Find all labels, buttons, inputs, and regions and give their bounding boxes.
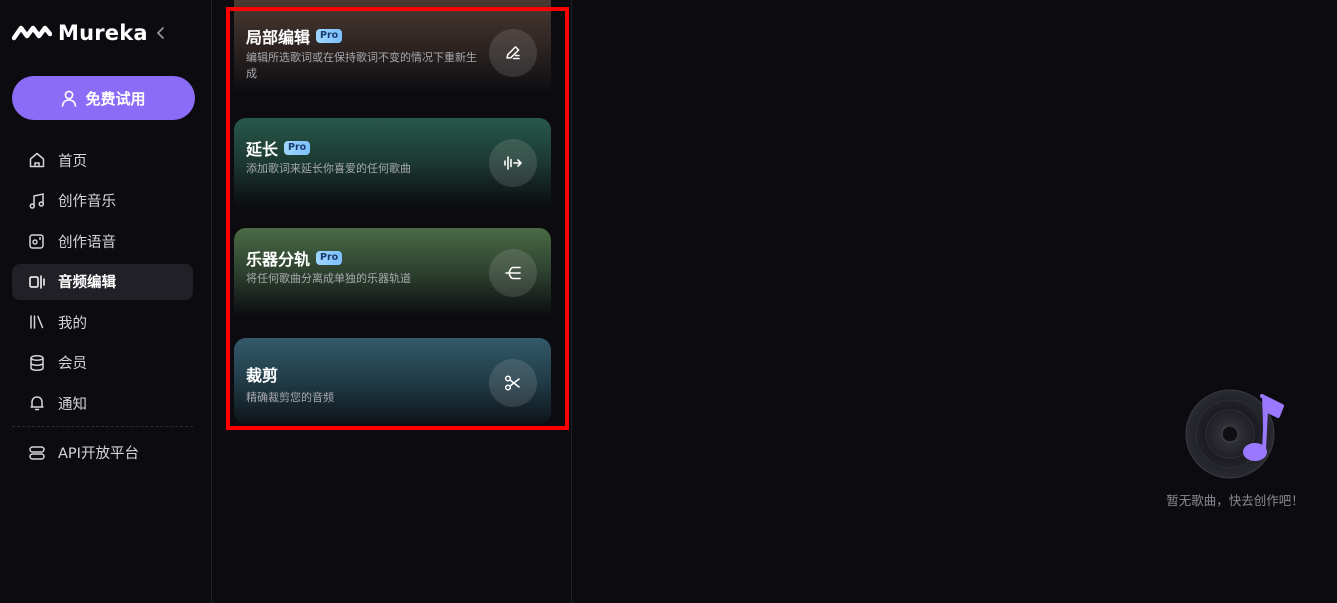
home-icon — [29, 152, 45, 168]
card-title: 乐器分轨 — [246, 250, 311, 269]
chevron-left-icon[interactable] — [152, 24, 170, 42]
server-icon — [29, 445, 45, 460]
free-trial-label: 免费试用 — [85, 89, 146, 108]
sidebar-item-label: 我的 — [58, 315, 87, 332]
vinyl-music-icon — [1185, 389, 1284, 479]
card-title-row: 局部编辑 Pro — [246, 24, 343, 48]
sidebar-item-label: 音频编辑 — [58, 275, 116, 291]
sidebar-item-home[interactable]: 首页 — [12, 142, 193, 178]
pro-badge: Pro — [316, 29, 343, 43]
tool-card-stem-split[interactable]: 乐器分轨 Pro 将任何歌曲分离成单独的乐器轨道 — [234, 228, 551, 324]
pro-badge: Pro — [284, 141, 311, 155]
card-description: 编辑所选歌词或在保持歌词不变的情况下重新生成 — [246, 51, 477, 80]
tool-card-partial-edit[interactable]: 局部编辑 Pro 编辑所选歌词或在保持歌词不变的情况下重新生成 — [234, 0, 551, 104]
scissors-icon[interactable] — [489, 359, 537, 407]
sidebar-item-membership[interactable]: 会员 — [12, 345, 193, 381]
tool-card-extend[interactable]: 延长 Pro 添加歌词来延长你喜爱的任何歌曲 — [234, 118, 551, 214]
sidebar: Mureka 免费试用 首页 创作音乐 创作语音 音频编辑 我的 会员 通知 A… — [0, 0, 212, 603]
card-description: 精确裁剪您的音频 — [246, 391, 334, 404]
brand[interactable]: Mureka — [12, 20, 148, 46]
app-window: Mureka 免费试用 首页 创作音乐 创作语音 音频编辑 我的 会员 通知 A… — [0, 0, 1337, 603]
brand-name: Mureka — [58, 21, 148, 45]
sidebar-item-label: API开放平台 — [58, 446, 139, 462]
pen-edit-icon[interactable] — [489, 29, 537, 77]
empty-state-text: 暂无歌曲，快去创作吧！ — [1166, 493, 1304, 508]
sidebar-item-notifications[interactable]: 通知 — [12, 385, 193, 421]
library-icon — [30, 315, 44, 329]
audio-edit-icon — [29, 274, 45, 289]
sidebar-nav: 首页 创作音乐 创作语音 音频编辑 我的 会员 通知 API开放平台 — [12, 142, 193, 475]
card-title-row: 裁剪 — [246, 362, 278, 386]
sidebar-item-label: 首页 — [58, 153, 87, 170]
card-title-row: 延长 Pro — [246, 136, 311, 160]
sidebar-item-api-platform[interactable]: API开放平台 — [12, 435, 193, 471]
free-trial-button[interactable]: 免费试用 — [12, 76, 195, 120]
sidebar-item-create-voice[interactable]: 创作语音 — [12, 223, 193, 259]
nav-divider — [12, 425, 193, 427]
split-tracks-icon[interactable] — [489, 249, 537, 297]
waveform-arrow-icon[interactable] — [489, 139, 537, 187]
audio-tools-panel: 局部编辑 Pro 编辑所选歌词或在保持歌词不变的情况下重新生成 延长 Pro 添… — [212, 0, 572, 603]
sidebar-item-create-music[interactable]: 创作音乐 — [12, 183, 193, 219]
card-description: 将任何歌曲分离成单独的乐器轨道 — [246, 272, 411, 285]
empty-state: 暂无歌曲，快去创作吧！ — [1150, 388, 1320, 509]
card-title: 延长 — [246, 140, 279, 159]
sidebar-item-mine[interactable]: 我的 — [12, 304, 193, 340]
sidebar-item-label: 创作音乐 — [58, 194, 116, 210]
sidebar-item-label: 会员 — [58, 356, 87, 372]
card-description: 添加歌词来延长你喜爱的任何歌曲 — [246, 162, 411, 175]
database-icon — [30, 354, 44, 371]
bell-icon — [30, 396, 44, 411]
card-title: 裁剪 — [246, 366, 279, 385]
sidebar-item-audio-edit[interactable]: 音频编辑 — [12, 263, 193, 300]
voice-icon — [29, 234, 44, 249]
tool-card-trim[interactable]: 裁剪 精确裁剪您的音频 — [234, 338, 551, 424]
pro-badge: Pro — [316, 251, 343, 265]
music-note-icon — [29, 192, 45, 209]
card-title: 局部编辑 — [246, 28, 311, 47]
sidebar-item-label: 创作语音 — [58, 234, 116, 251]
sidebar-item-label: 通知 — [58, 396, 87, 413]
card-title-row: 乐器分轨 Pro — [246, 246, 343, 270]
mureka-wave-logo — [12, 25, 52, 41]
user-icon — [62, 90, 77, 107]
